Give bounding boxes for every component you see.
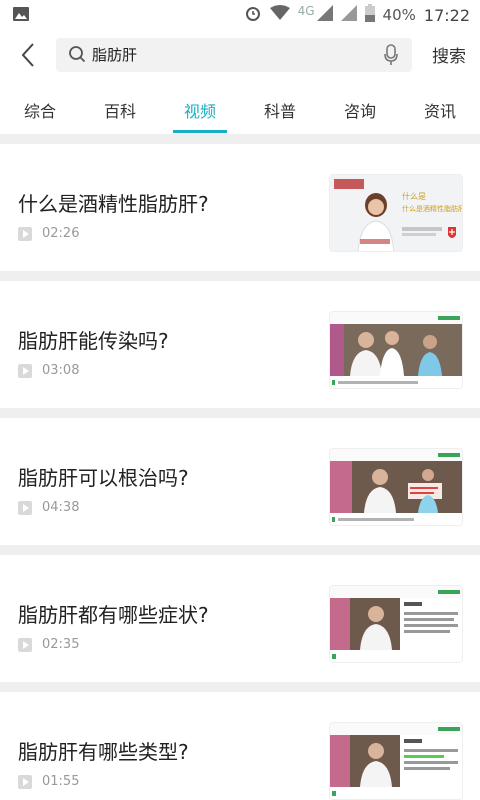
battery-percent: 40% [382,6,416,24]
alarm-icon [244,4,262,26]
video-title: 脂肪肝有哪些类型? [18,740,189,764]
video-thumbnail: 什么是 什么是酒精性脂肪肝? [329,174,463,252]
video-duration: 02:35 [42,637,80,652]
video-duration: 02:26 [42,226,80,241]
gallery-notification-icon [12,6,30,26]
search-button[interactable]: 搜索 [432,42,466,67]
play-icon [18,363,32,378]
clock: 17:22 [423,5,470,25]
list-item[interactable]: 脂肪肝有哪些类型? 01:55 [0,692,480,800]
signal-icon [316,5,333,25]
divider [0,271,480,281]
video-title: 脂肪肝都有哪些症状? [18,603,209,627]
tab-consultation[interactable]: 咨询 [320,88,400,134]
back-button[interactable] [14,40,44,70]
video-duration: 03:08 [42,363,80,378]
divider [0,545,480,555]
network-type: 4G [297,4,315,18]
play-icon [18,637,32,652]
microphone-icon[interactable] [384,44,398,70]
play-icon [18,226,32,241]
tab-comprehensive[interactable]: 综合 [0,88,80,134]
chevron-left-icon [21,43,34,67]
list-item[interactable]: 脂肪肝能传染吗? 03:08 [0,281,480,408]
video-meta: 03:08 [18,363,79,378]
video-meta: 04:38 [18,500,79,515]
video-meta: 02:35 [18,637,79,652]
list-item[interactable]: 脂肪肝可以根治吗? 04:38 [0,418,480,545]
divider [0,134,480,144]
divider [0,682,480,692]
divider [0,408,480,418]
search-input[interactable]: 脂肪肝 [56,38,412,72]
signal-icon-2 [340,5,357,25]
video-title: 脂肪肝能传染吗? [18,329,169,353]
video-thumbnail [329,311,463,389]
thumbnail-caption: 什么是酒精性脂肪肝? [402,204,463,213]
video-thumbnail [329,448,463,526]
status-bar: 4G 40% 17:22 [0,0,480,30]
video-duration: 04:38 [42,500,80,515]
tab-encyclopedia[interactable]: 百科 [80,88,160,134]
video-meta: 01:55 [18,774,79,789]
search-icon [68,45,86,67]
search-query: 脂肪肝 [92,46,138,64]
tab-science[interactable]: 科普 [240,88,320,134]
video-title: 脂肪肝可以根治吗? [18,466,189,490]
svg-text:什么是: 什么是 [402,191,426,201]
tab-news[interactable]: 资讯 [400,88,480,134]
play-icon [18,500,32,515]
video-meta: 02:26 [18,226,79,241]
tab-video[interactable]: 视频 [160,88,240,134]
search-header: 脂肪肝 搜索 [0,30,480,80]
status-icons: 4G 40% 17:22 [244,0,470,30]
play-icon [18,774,32,789]
video-title: 什么是酒精性脂肪肝? [18,192,209,216]
video-list: 什么是酒精性脂肪肝? 02:26 什么是 什么是酒精性脂肪肝? 脂肪肝能传染吗?… [0,134,480,800]
battery-icon [364,4,375,26]
wifi-icon [269,5,290,25]
video-duration: 01:55 [42,774,80,789]
video-thumbnail [329,722,463,800]
video-thumbnail [329,585,463,663]
list-item[interactable]: 什么是酒精性脂肪肝? 02:26 什么是 什么是酒精性脂肪肝? [0,144,480,271]
list-item[interactable]: 脂肪肝都有哪些症状? 02:35 [0,555,480,682]
category-tabs: 综合 百科 视频 科普 咨询 资讯 [0,88,480,134]
